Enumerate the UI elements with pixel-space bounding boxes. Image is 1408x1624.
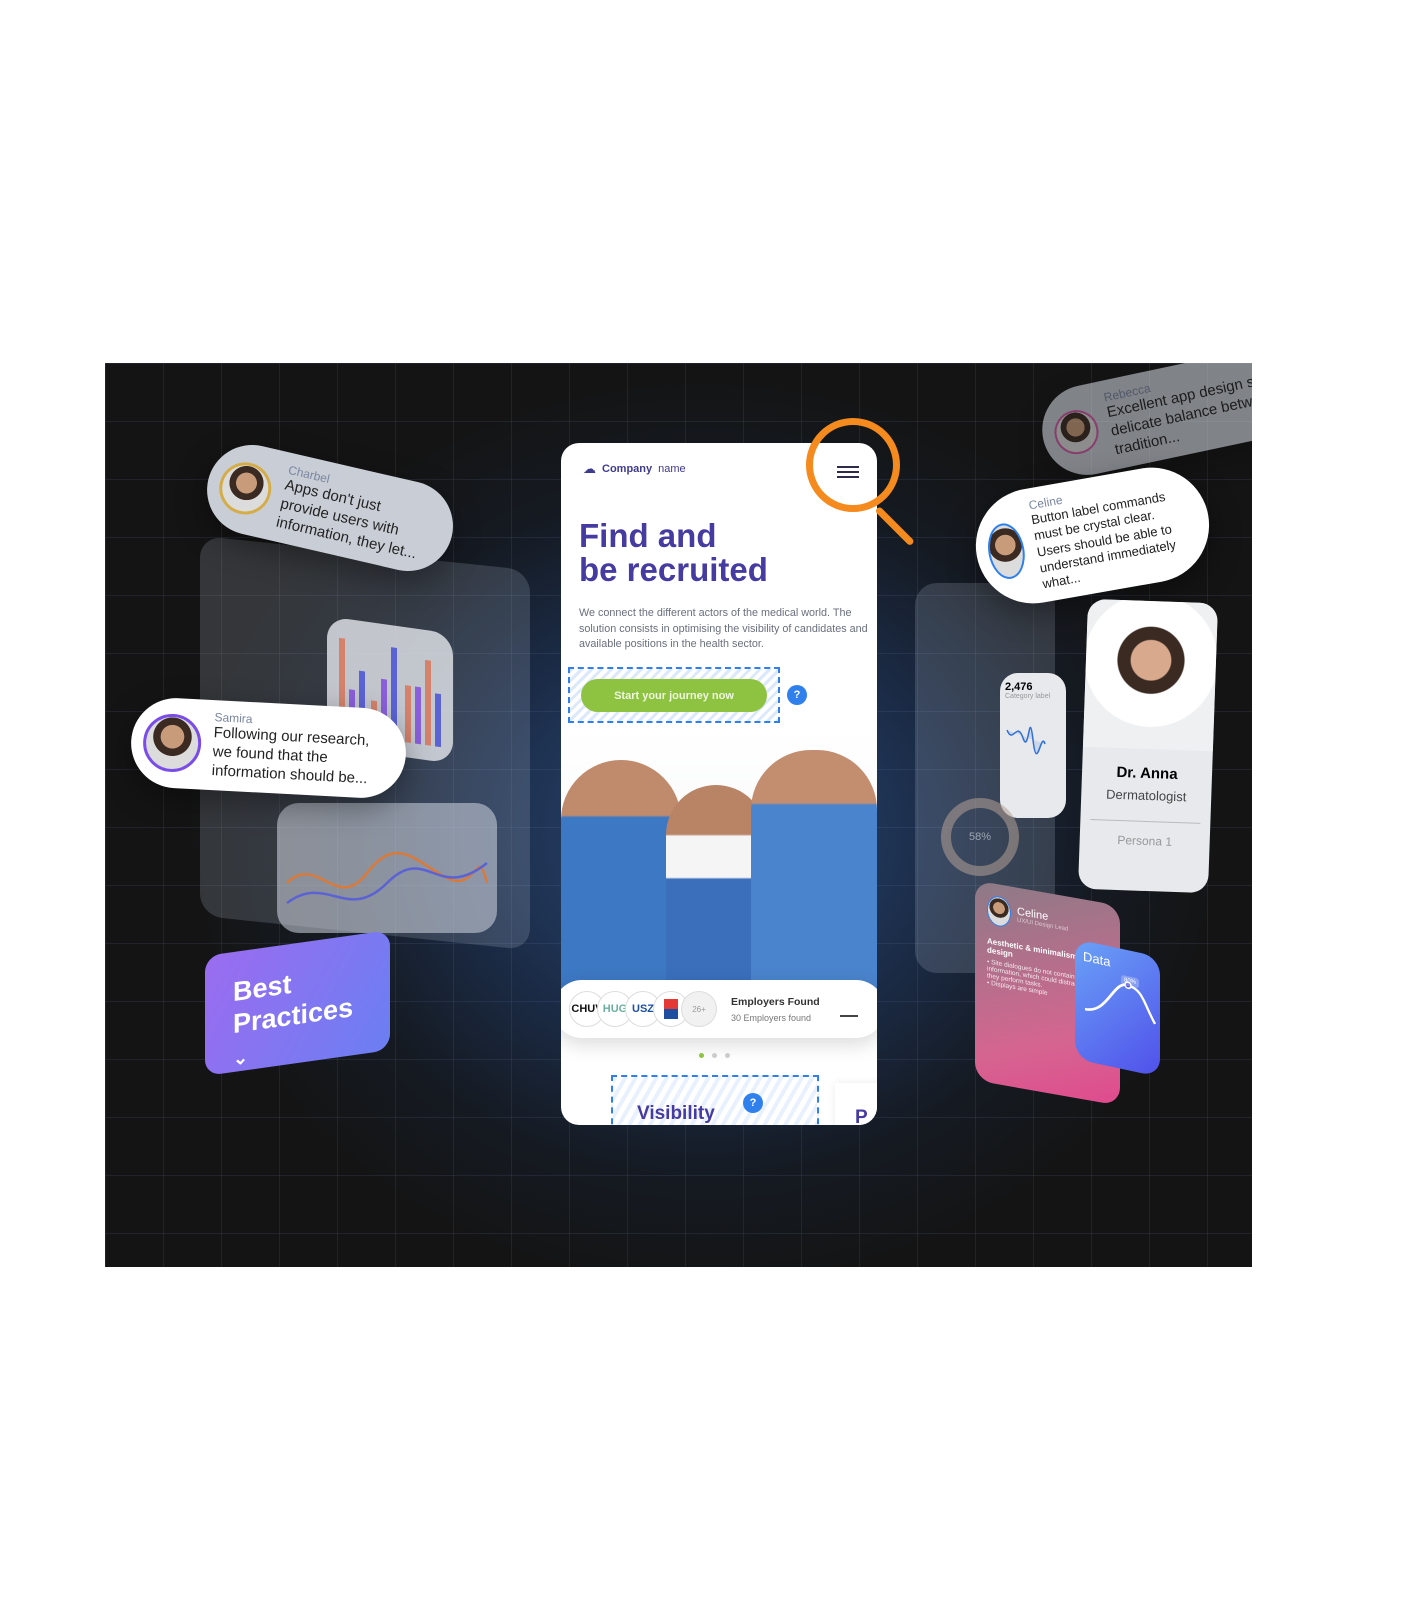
hero-illustration: Charbel Apps don't just provide users wit… [105, 363, 1252, 1267]
data-card: Data 80% [1075, 938, 1160, 1078]
line-chart [286, 851, 489, 905]
testimonial-samira: Samira Following our research, we found t… [128, 695, 409, 801]
more-employers-count: 26+ [681, 991, 717, 1027]
sparkline [1006, 726, 1046, 755]
mobile-app-screen: ☁ Company name Find and be recruited We co… [561, 443, 877, 1125]
chevron-down-icon: ⌄ [233, 1046, 249, 1070]
carousel-dots[interactable] [699, 1053, 730, 1058]
magnifier-icon [806, 418, 900, 512]
hero-description: We connect the different actors of the m… [579, 607, 868, 650]
avatar [983, 520, 1029, 582]
visibility-card[interactable]: Visibility ? [611, 1075, 819, 1125]
avatar [214, 457, 277, 520]
line-chart-card [277, 803, 497, 933]
avatar [1050, 406, 1103, 459]
collapse-icon[interactable] [839, 1015, 858, 1017]
cloud-icon: ☁ [583, 461, 596, 476]
persona-photo [1082, 598, 1219, 752]
next-section-card[interactable]: P [835, 1083, 877, 1125]
avatar [987, 894, 1011, 929]
persona-card[interactable]: Dr. Anna Dermatologist Persona 1 [1077, 598, 1219, 894]
help-icon[interactable]: ? [787, 685, 807, 705]
company-logo[interactable]: ☁ Company name [583, 461, 686, 477]
employers-found-card[interactable]: CHUV HUG USZ 26+ Employers Found 30 Empl… [561, 980, 877, 1038]
donut-chart: 58% [941, 798, 1019, 876]
cta-highlight: Start your journey now [568, 667, 780, 723]
help-icon[interactable]: ? [743, 1093, 763, 1113]
stat-card: 2,476 Category label [1000, 673, 1066, 818]
page-title: Find and be recruited [579, 517, 768, 588]
doctors-photo [561, 728, 877, 990]
avatar [141, 712, 203, 774]
start-journey-button[interactable]: Start your journey now [581, 679, 767, 712]
